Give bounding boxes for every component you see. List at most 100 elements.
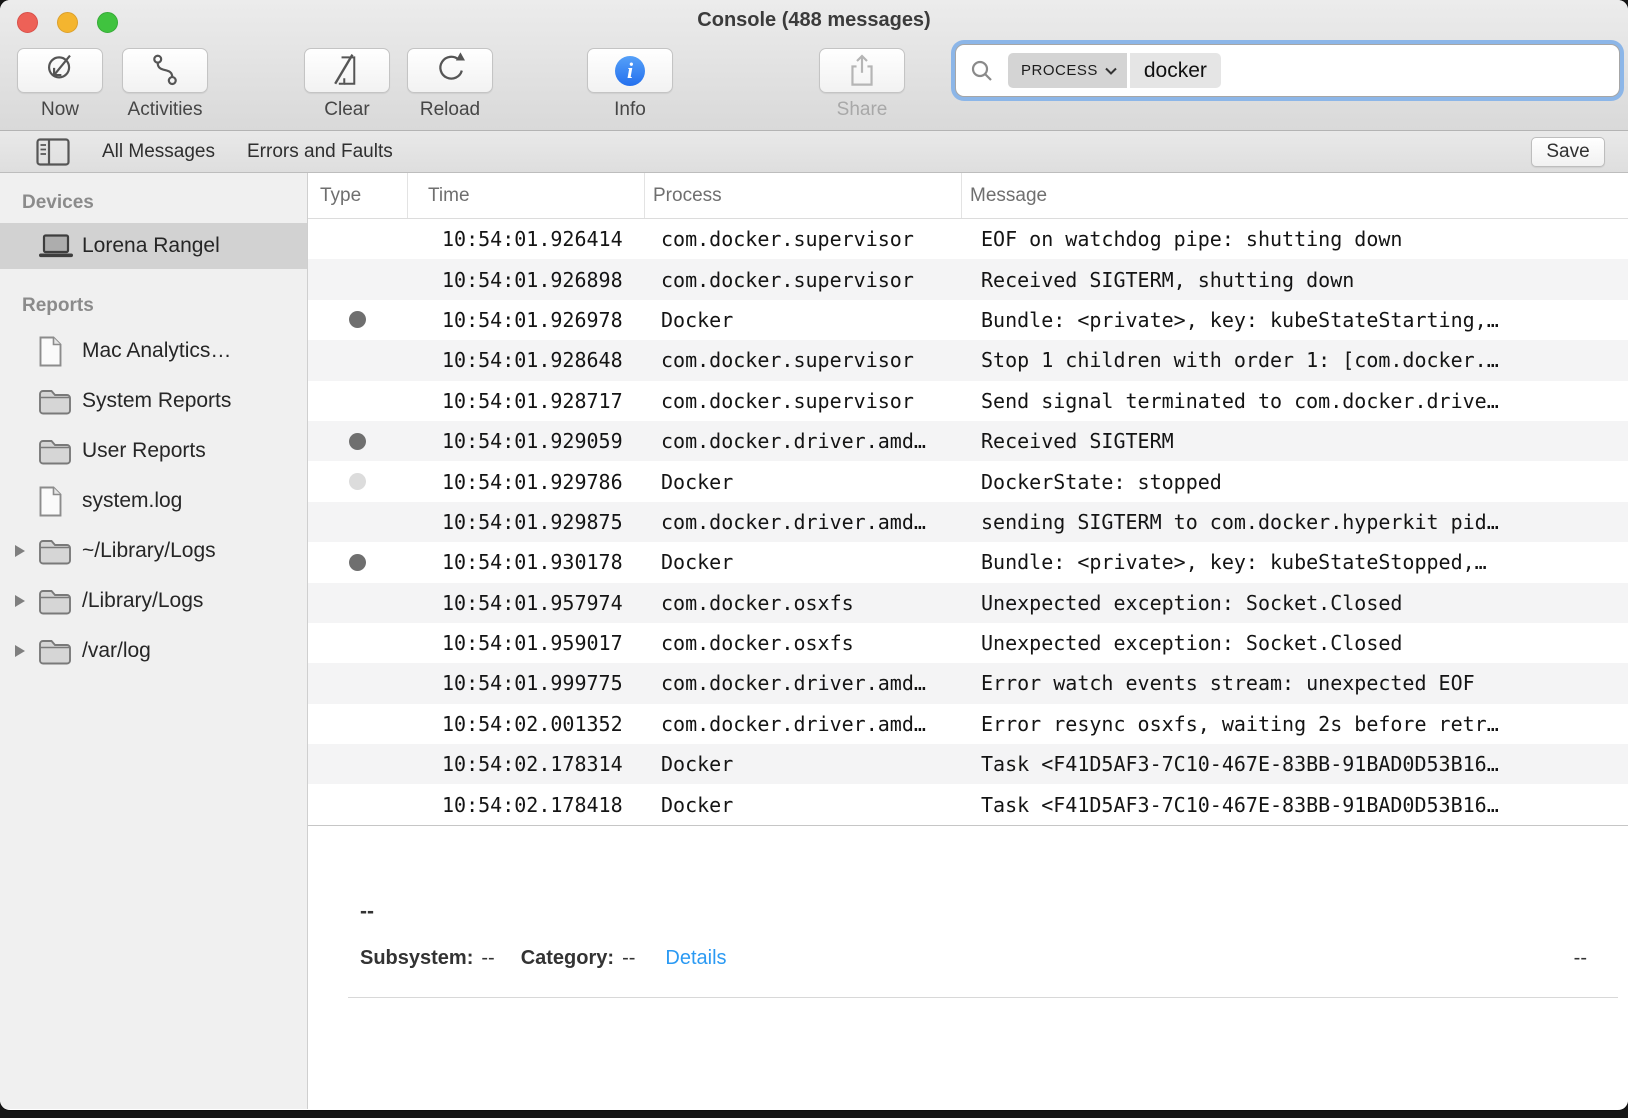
log-message-cell: Task <F41D5AF3-7C10-467E-83BB-91BAD0D53B… [961,744,1628,784]
sidebar-item-label: Mac Analytics… [82,339,231,363]
log-message-cell: Stop 1 children with order 1: [com.docke… [961,340,1628,380]
sidebar-item[interactable]: Mac Analytics… [0,326,307,376]
log-time-cell: 10:54:01.929059 [407,421,644,461]
log-message-cell: Error watch events stream: unexpected EO… [961,663,1628,703]
details-link[interactable]: Details [665,947,726,970]
disclosure-triangle-icon[interactable] [0,595,34,607]
log-process-cell: Docker [644,744,961,784]
table-row[interactable]: 10:54:01.926978DockerBundle: <private>, … [308,300,1628,340]
folder-icon [38,438,72,465]
log-message-cell: Bundle: <private>, key: kubeStateStartin… [961,300,1628,340]
column-header-message[interactable]: Message [961,173,1628,218]
laptop-icon [34,234,82,259]
console-window: Console (488 messages) Now Activities [0,0,1628,1110]
folder-icon [38,388,72,415]
log-time-cell: 10:54:01.957974 [407,583,644,623]
clear-icon [327,51,367,91]
info-button[interactable]: i [587,48,673,93]
chevron-down-icon [1105,67,1117,75]
log-time-cell: 10:54:01.930178 [407,542,644,582]
filter-all-messages[interactable]: All Messages [102,141,215,163]
detail-right-value: -- [1574,947,1587,970]
log-process-cell: com.docker.driver.amd… [644,663,961,703]
folder-icon [34,438,82,465]
sidebar-item[interactable]: Lorena Rangel [0,223,307,269]
info-label: Info [587,99,673,121]
folder-icon [38,588,72,615]
sidebar-item[interactable]: ~/Library/Logs [0,526,307,576]
folder-icon [38,538,72,565]
table-row[interactable]: 10:54:01.957974com.docker.osxfsUnexpecte… [308,583,1628,623]
column-header-time[interactable]: Time [407,173,644,218]
detail-separator [348,997,1618,998]
activities-button[interactable] [122,48,208,93]
table-row[interactable]: 10:54:01.926898com.docker.supervisorRece… [308,259,1628,299]
log-process-cell: com.docker.osxfs [644,583,961,623]
log-message-cell: DockerState: stopped [961,461,1628,501]
log-table: 10:54:01.926414com.docker.supervisorEOF … [308,219,1628,825]
search-term-token[interactable]: docker [1130,53,1221,88]
share-button[interactable] [819,48,905,93]
log-time-cell: 10:54:01.928648 [407,340,644,380]
folder-icon [34,538,82,565]
disclosure-triangle-icon[interactable] [0,645,34,657]
search-input[interactable]: PROCESS docker [955,44,1620,97]
category-value: -- [622,947,635,970]
table-row[interactable]: 10:54:01.929059com.docker.driver.amd…Rec… [308,421,1628,461]
table-row[interactable]: 10:54:01.959017com.docker.osxfsUnexpecte… [308,623,1628,663]
sidebar-item[interactable]: User Reports [0,426,307,476]
table-row[interactable]: 10:54:01.926414com.docker.supervisorEOF … [308,219,1628,259]
log-process-cell: com.docker.driver.amd… [644,421,961,461]
now-button[interactable] [17,48,103,93]
sidebar-item[interactable]: /var/log [0,626,307,676]
column-header-process[interactable]: Process [644,173,961,218]
log-type-cell [308,219,407,259]
category-label: Category: [521,947,614,970]
document-icon [34,486,82,517]
log-process-cell: Docker [644,784,961,824]
column-header-type[interactable]: Type [308,173,407,218]
document-icon [38,486,63,517]
log-type-cell [308,744,407,784]
log-time-cell: 10:54:01.929786 [407,461,644,501]
search-icon [969,58,995,84]
clear-button[interactable] [304,48,390,93]
log-time-cell: 10:54:02.178314 [407,744,644,784]
log-type-cell [308,259,407,299]
search-filter-token[interactable]: PROCESS [1008,53,1127,88]
log-message-cell: Received SIGTERM, shutting down [961,259,1628,299]
sidebar-toggle-button[interactable] [36,138,70,166]
table-row[interactable]: 10:54:01.999775com.docker.driver.amd…Err… [308,663,1628,703]
sidebar-item-label: /var/log [82,639,151,663]
sidebar-item[interactable]: system.log [0,476,307,526]
log-process-cell: com.docker.supervisor [644,219,961,259]
table-row[interactable]: 10:54:02.001352com.docker.driver.amd…Err… [308,704,1628,744]
reload-icon [430,51,470,91]
reload-button[interactable] [407,48,493,93]
log-time-cell: 10:54:02.178418 [407,784,644,824]
folder-icon [38,638,72,665]
table-row[interactable]: 10:54:02.178314DockerTask <F41D5AF3-7C10… [308,744,1628,784]
table-row[interactable]: 10:54:01.930178DockerBundle: <private>, … [308,542,1628,582]
log-message-cell: EOF on watchdog pipe: shutting down [961,219,1628,259]
log-type-cell [308,704,407,744]
disclosure-triangle-icon[interactable] [0,545,34,557]
table-row[interactable]: 10:54:01.928648com.docker.supervisorStop… [308,340,1628,380]
table-row[interactable]: 10:54:01.929786DockerDockerState: stoppe… [308,461,1628,501]
table-row[interactable]: 10:54:01.928717com.docker.supervisorSend… [308,381,1628,421]
subsystem-value: -- [481,947,494,970]
main-area: DevicesLorena RangelReportsMac Analytics… [0,173,1628,1109]
now-icon [40,51,80,91]
table-row[interactable]: 10:54:01.929875com.docker.driver.amd…sen… [308,502,1628,542]
log-process-cell: com.docker.supervisor [644,340,961,380]
sidebar-item[interactable]: /Library/Logs [0,576,307,626]
log-type-cell [308,381,407,421]
save-button[interactable]: Save [1531,137,1605,167]
log-message-cell: Bundle: <private>, key: kubeStateStopped… [961,542,1628,582]
log-process-cell: com.docker.driver.amd… [644,704,961,744]
filter-errors-and-faults[interactable]: Errors and Faults [247,141,393,163]
table-header: Type Time Process Message [308,173,1628,219]
filter-bar: All Messages Errors and Faults Save [0,131,1628,173]
sidebar-item[interactable]: System Reports [0,376,307,426]
table-row[interactable]: 10:54:02.178418DockerTask <F41D5AF3-7C10… [308,784,1628,824]
